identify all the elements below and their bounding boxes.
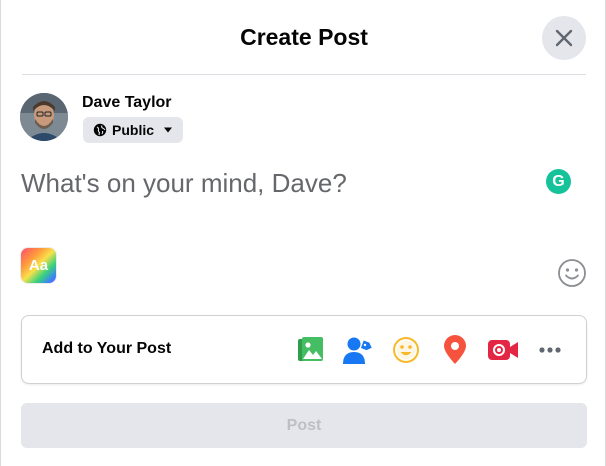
live-video-icon bbox=[488, 340, 518, 360]
dialog-title: Create Post bbox=[240, 24, 368, 50]
text-background-button[interactable]: Aa bbox=[21, 248, 56, 283]
create-post-dialog: Create Post Dave Taylor Public What's on… bbox=[0, 0, 606, 466]
grammarly-icon[interactable]: G bbox=[546, 169, 571, 194]
more-icon bbox=[539, 347, 561, 353]
emoji-button[interactable] bbox=[557, 258, 587, 288]
check-in-button[interactable] bbox=[438, 333, 472, 367]
post-composer-input[interactable] bbox=[21, 168, 521, 199]
privacy-label: Public bbox=[112, 122, 155, 138]
live-video-button[interactable] bbox=[486, 333, 520, 367]
feeling-activity-button[interactable] bbox=[389, 333, 423, 367]
user-name: Dave Taylor bbox=[82, 94, 172, 111]
photo-video-icon bbox=[298, 337, 323, 361]
globe-icon bbox=[93, 123, 107, 137]
add-to-post-bar: Add to Your Post bbox=[21, 315, 587, 384]
tag-people-button[interactable] bbox=[341, 333, 375, 367]
post-button[interactable]: Post bbox=[21, 403, 587, 448]
avatar-image bbox=[20, 93, 68, 141]
privacy-selector[interactable]: Public bbox=[83, 117, 183, 143]
smiley-icon bbox=[558, 259, 586, 287]
check-in-icon bbox=[444, 335, 466, 364]
dialog-header: Create Post bbox=[1, 0, 606, 74]
photo-video-button[interactable] bbox=[294, 333, 328, 367]
caret-down-icon bbox=[164, 127, 173, 133]
header-divider bbox=[22, 74, 586, 75]
close-button[interactable] bbox=[542, 16, 586, 60]
add-to-post-label: Add to Your Post bbox=[42, 340, 172, 357]
close-icon bbox=[555, 29, 573, 47]
avatar[interactable] bbox=[20, 93, 68, 141]
more-options-button[interactable] bbox=[533, 333, 567, 367]
feeling-activity-icon bbox=[393, 337, 419, 363]
tag-people-icon bbox=[343, 337, 372, 364]
